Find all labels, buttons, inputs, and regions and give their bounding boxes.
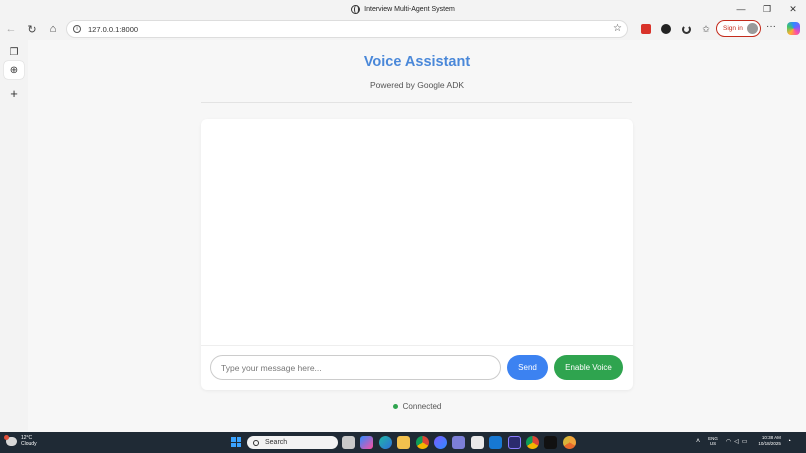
search-icon — [253, 439, 259, 446]
page-title: Voice Assistant — [363, 54, 471, 70]
send-button[interactable]: Send — [507, 355, 548, 380]
browser-toolbar: ← ↻ ⌂ i 127.0.0.1:8000 ☆ ✩ Sign in ··· — [0, 18, 806, 40]
favorites-icon[interactable]: ✩ — [696, 21, 716, 37]
window-titlebar: Interview Multi-Agent System — ❐ ✕ — [0, 0, 806, 18]
tab-globe-icon[interactable]: ⊕ — [4, 61, 24, 79]
favorite-star-icon[interactable]: ☆ — [613, 23, 622, 34]
mail-icon[interactable] — [489, 436, 503, 449]
taskbar-search-label: Search — [265, 439, 288, 446]
show-hidden-icons-icon[interactable]: ˄ — [696, 438, 700, 445]
status-dot-icon — [392, 404, 398, 409]
extensions-area: ✩ — [636, 21, 716, 37]
window-controls: — ❐ ✕ — [728, 2, 806, 16]
address-bar[interactable]: i 127.0.0.1:8000 ☆ — [66, 20, 628, 38]
chat-messages-area[interactable] — [201, 119, 633, 346]
folder-icon[interactable] — [397, 436, 411, 449]
clock[interactable]: 10:38 AM 10/18/2025 — [758, 435, 781, 447]
cloudy-weather-icon — [4, 434, 17, 446]
teams-icon[interactable] — [452, 436, 466, 449]
weather-widget[interactable]: 12°C Cloudy — [4, 434, 37, 447]
taskbar-search[interactable]: Search — [247, 436, 338, 449]
back-button[interactable]: ← — [1, 19, 21, 39]
extension-refresh-icon[interactable] — [676, 21, 696, 37]
weather-desc: Cloudy — [21, 441, 37, 447]
system-tray: ˄ ENG US ◠◁▭ 10:38 AM 10/18/2025 ◔ — [696, 435, 791, 447]
connection-status: Connected — [28, 402, 806, 411]
chrome-canary-icon[interactable] — [562, 436, 576, 449]
url-text[interactable]: 127.0.0.1:8000 — [88, 25, 138, 34]
status-text: Connected — [402, 402, 442, 411]
start-button-icon[interactable] — [231, 437, 241, 447]
site-info-icon[interactable]: i — [73, 25, 81, 33]
vscode-icon[interactable] — [525, 436, 539, 449]
sign-in-label: Sign in — [723, 25, 743, 32]
page-content: Voice Assistant Powered by Google ADK Se… — [28, 40, 806, 432]
message-input[interactable] — [210, 355, 501, 380]
page-subtitle: Powered by Google ADK — [369, 80, 465, 90]
enable-voice-button[interactable]: Enable Voice — [554, 355, 623, 380]
close-button[interactable]: ✕ — [780, 2, 806, 16]
edge-icon[interactable] — [378, 436, 392, 449]
home-button[interactable]: ⌂ — [43, 19, 63, 39]
lang-bottom: US — [709, 441, 717, 446]
window-title: Interview Multi-Agent System — [364, 5, 455, 13]
refresh-button[interactable]: ↻ — [22, 19, 42, 39]
globe-icon — [351, 4, 361, 14]
windows-taskbar: 12°C Cloudy Search ˄ ENG US ◠◁▭ 10:38 AM… — [0, 432, 806, 453]
header-divider — [201, 102, 632, 103]
copilot-taskbar-icon[interactable] — [360, 436, 374, 449]
file-explorer-icon[interactable] — [342, 436, 355, 449]
copilot-icon[interactable] — [787, 22, 800, 35]
vertical-tab-rail: ❐ ⊕ + — [0, 40, 28, 432]
notification-bell-icon[interactable]: ◔ — [787, 438, 791, 445]
dark-app-icon[interactable] — [544, 436, 558, 449]
avatar — [747, 23, 758, 34]
chrome-dev-icon[interactable] — [433, 436, 447, 449]
clock-date: 10/18/2025 — [758, 441, 781, 446]
chat-card: Send Enable Voice — [201, 119, 633, 390]
new-tab-icon[interactable]: + — [4, 84, 24, 102]
extension-red-icon[interactable] — [636, 21, 656, 37]
extension-dark-icon[interactable] — [656, 21, 676, 37]
sign-in-button[interactable]: Sign in — [716, 20, 761, 37]
tab-actions-icon[interactable]: ❐ — [4, 43, 24, 61]
more-options-icon[interactable]: ··· — [766, 21, 776, 32]
network-volume-battery-icons[interactable]: ◠◁▭ — [726, 438, 751, 445]
language-indicator[interactable]: ENG US — [708, 436, 718, 446]
terminal-icon[interactable] — [507, 436, 521, 449]
taskbar-apps — [342, 436, 581, 449]
maximize-button[interactable]: ❐ — [754, 2, 780, 16]
store-icon[interactable] — [470, 436, 484, 449]
chrome-icon[interactable] — [415, 436, 429, 449]
minimize-button[interactable]: — — [728, 2, 754, 16]
